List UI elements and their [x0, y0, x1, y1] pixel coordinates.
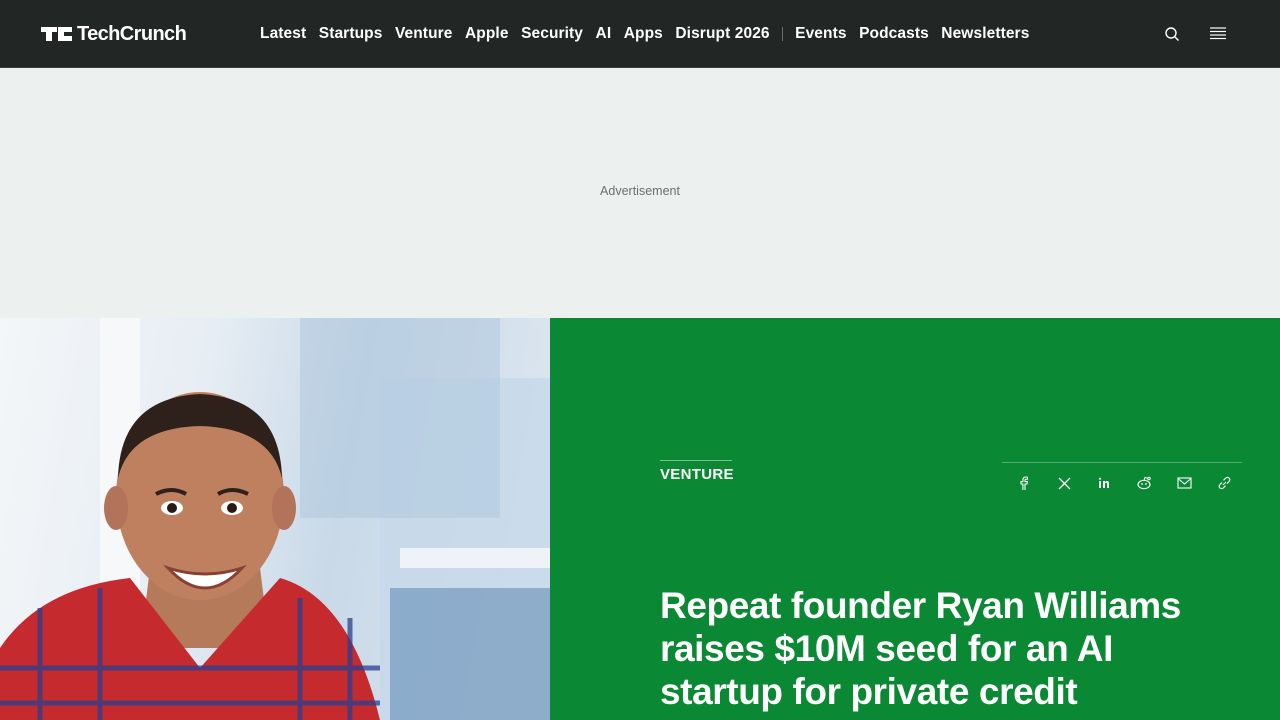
- reddit-icon[interactable]: [1132, 474, 1156, 492]
- nav-disrupt[interactable]: Disrupt 2026: [675, 25, 769, 43]
- main-nav: Latest Startups Venture Apple Security A…: [260, 22, 1042, 46]
- tc-logo-icon: [41, 25, 73, 43]
- nav-newsletters[interactable]: Newsletters: [941, 25, 1029, 43]
- nav-events[interactable]: Events: [795, 25, 846, 43]
- ad-label: Advertisement: [600, 184, 680, 198]
- nav-venture[interactable]: Venture: [395, 25, 453, 43]
- article-hero: VENTURE Repeat founder Ryan Williams rai…: [0, 318, 1280, 720]
- linkedin-icon[interactable]: [1092, 474, 1116, 492]
- menu-icon[interactable]: [1206, 22, 1230, 46]
- nav-security[interactable]: Security: [521, 25, 583, 43]
- article-category-link[interactable]: VENTURE: [660, 466, 734, 483]
- share-rule: [1002, 462, 1242, 463]
- email-icon[interactable]: [1172, 474, 1196, 492]
- logo-text: TechCrunch: [77, 22, 187, 45]
- nav-latest[interactable]: Latest: [260, 25, 306, 43]
- nav-apps[interactable]: Apps: [624, 25, 663, 43]
- category-rule: [660, 460, 732, 461]
- link-icon[interactable]: [1212, 474, 1236, 492]
- x-icon[interactable]: [1052, 474, 1076, 492]
- search-icon[interactable]: [1160, 22, 1184, 46]
- ad-slot: Advertisement: [0, 68, 1280, 318]
- article-header-panel: VENTURE Repeat founder Ryan Williams rai…: [550, 318, 1280, 720]
- article-featured-image: [0, 318, 550, 720]
- share-bar: [1012, 474, 1236, 492]
- nav-divider: [782, 27, 784, 41]
- nav-startups[interactable]: Startups: [319, 25, 383, 43]
- nav-podcasts[interactable]: Podcasts: [859, 25, 929, 43]
- techcrunch-logo[interactable]: TechCrunch: [41, 22, 187, 46]
- nav-ai[interactable]: AI: [596, 25, 612, 43]
- nav-apple[interactable]: Apple: [465, 25, 509, 43]
- site-header: TechCrunch Latest Startups Venture Apple…: [0, 0, 1280, 68]
- article-headline: Repeat founder Ryan Williams raises $10M…: [660, 585, 1181, 712]
- facebook-icon[interactable]: [1012, 474, 1036, 492]
